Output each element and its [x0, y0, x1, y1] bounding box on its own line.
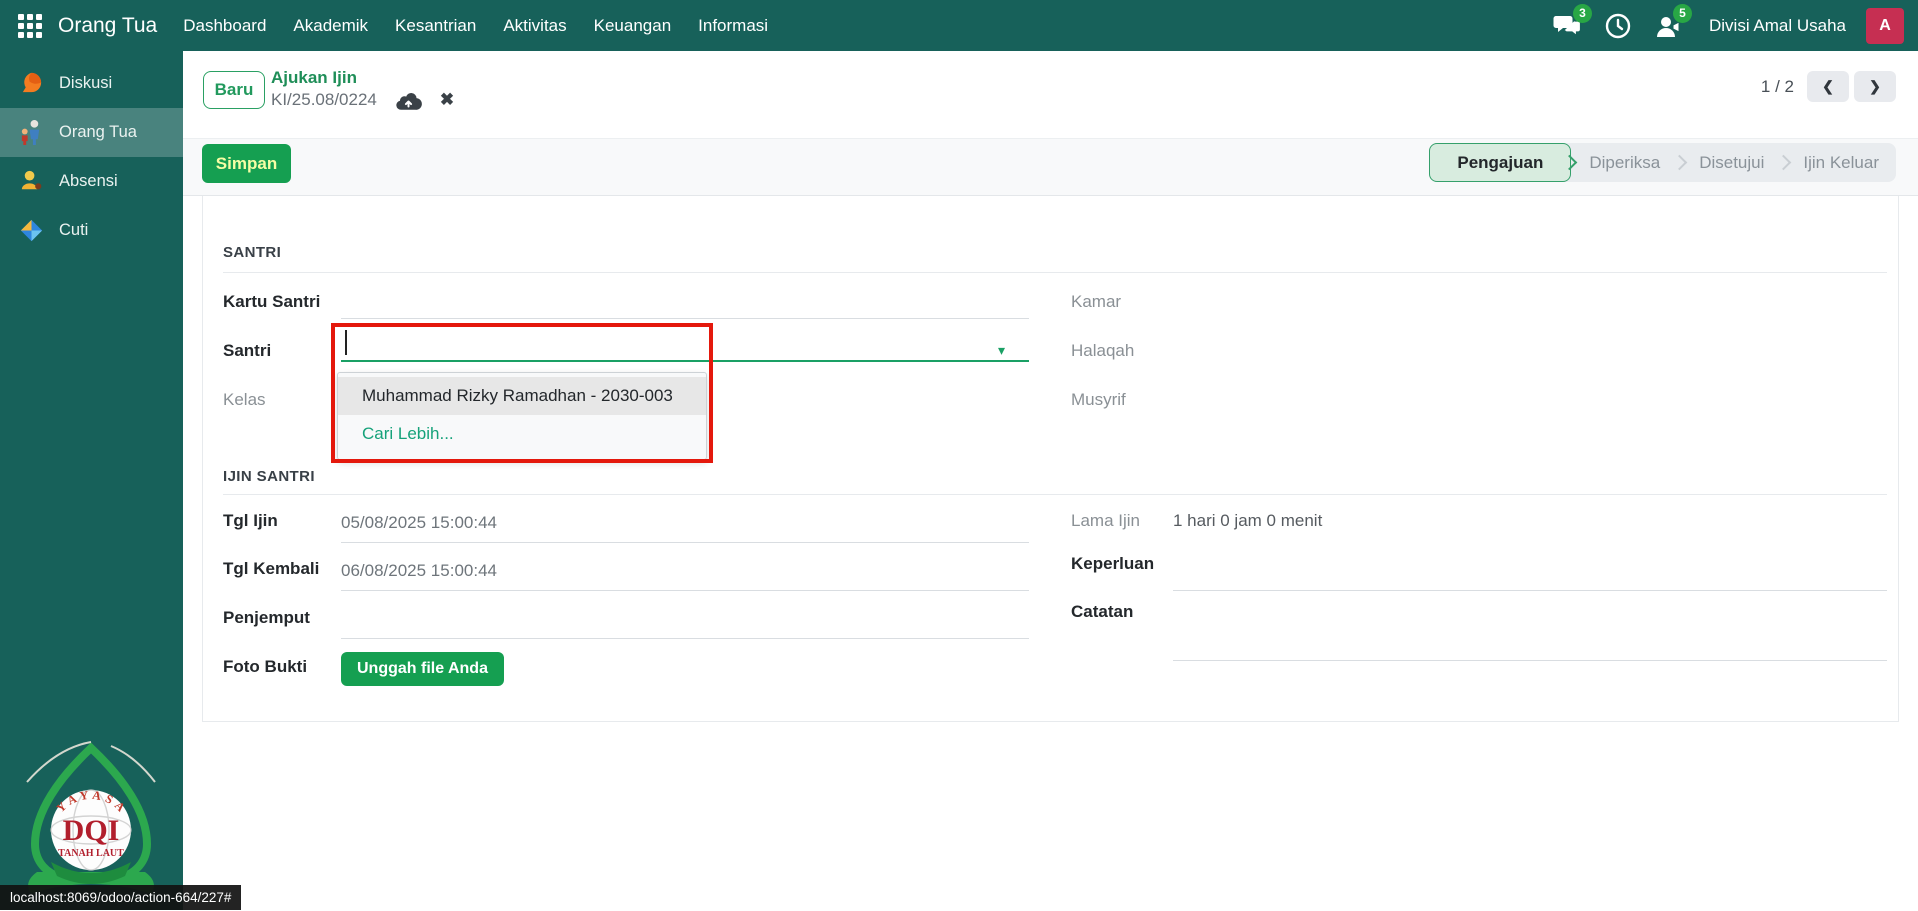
santri-input-underline	[341, 360, 1029, 362]
field-label-kelas: Kelas	[223, 390, 266, 410]
app-title[interactable]: Orang Tua	[58, 14, 157, 38]
pager-next-button[interactable]: ❯	[1854, 71, 1896, 102]
sidebar-item-diskusi[interactable]: Diskusi	[0, 59, 183, 108]
field-label-tgl-ijin: Tgl Ijin	[223, 511, 278, 531]
sidebar-item-label: Orang Tua	[59, 123, 137, 142]
lama-ijin-value: 1 hari 0 jam 0 menit	[1173, 511, 1322, 531]
messages-badge: 3	[1573, 4, 1592, 23]
penjemput-field[interactable]	[341, 638, 1029, 639]
field-label-halaqah: Halaqah	[1071, 341, 1134, 361]
pager-previous-button[interactable]: ❮	[1807, 71, 1849, 102]
field-label-keperluan: Keperluan	[1071, 554, 1154, 574]
chat-bubble-icon	[18, 70, 45, 97]
leave-icon	[18, 217, 45, 244]
statusbar-step-disetujui[interactable]: Disetujui	[1682, 143, 1781, 182]
pager-counter: 1 / 2	[1761, 77, 1794, 97]
sidebar-item-label: Cuti	[59, 221, 88, 240]
field-label-santri: Santri	[223, 341, 271, 361]
field-label-kartu-santri: Kartu Santri	[223, 292, 320, 312]
record-reference: KI/25.08/0224	[271, 90, 377, 110]
chevron-left-icon: ❮	[1822, 78, 1834, 95]
tgl-kembali-field[interactable]	[341, 590, 1029, 591]
chevron-right-icon: ❯	[1869, 78, 1881, 95]
field-label-foto-bukti: Foto Bukti	[223, 657, 307, 677]
company-switcher[interactable]: Divisi Amal Usaha	[1709, 16, 1846, 36]
field-label-penjemput: Penjemput	[223, 608, 310, 628]
logo-tanah-laut-text: TANAH LAUT	[58, 848, 124, 859]
keperluan-field[interactable]	[1173, 590, 1887, 591]
breadcrumb-bar: Baru Ajukan Ijin KI/25.08/0224 ✖ 1 / 2 ❮…	[183, 51, 1918, 138]
menu-keuangan[interactable]: Keuangan	[594, 16, 672, 36]
field-label-tgl-kembali: Tgl Kembali	[223, 559, 319, 579]
dropdown-option-santri[interactable]: Muhammad Rizky Ramadhan - 2030-003	[338, 377, 706, 415]
menu-dashboard[interactable]: Dashboard	[183, 16, 266, 36]
kartu-santri-field[interactable]	[341, 318, 1029, 319]
tgl-ijin-field[interactable]	[341, 542, 1029, 543]
sidebar-item-orang-tua[interactable]: Orang Tua	[0, 108, 183, 157]
upload-file-button[interactable]: Unggah file Anda	[341, 652, 504, 686]
section-divider	[223, 272, 1887, 273]
parent-child-icon	[18, 119, 45, 146]
apps-grid-icon[interactable]	[18, 14, 42, 38]
status-badge[interactable]: Baru	[203, 71, 265, 109]
top-menu: Dashboard Akademik Kesantrian Aktivitas …	[183, 16, 768, 36]
logo-dqi-text: DQI	[63, 814, 120, 847]
field-label-catatan: Catatan	[1071, 602, 1133, 622]
sidebar-item-label: Absensi	[59, 172, 118, 191]
control-panel: Simpan Pengajuan Diperiksa Disetujui Iji…	[183, 138, 1918, 196]
statusbar-step-ijin-keluar[interactable]: Ijin Keluar	[1786, 143, 1896, 182]
foundation-logo: YAYASAN DQI TANAH LAUT	[7, 734, 175, 906]
browser-status-tooltip: localhost:8069/odoo/action-664/227#	[0, 885, 241, 910]
form-sheet: SANTRI Kartu Santri Santri ▾ Kelas Kamar…	[202, 196, 1899, 722]
record-pager: 1 / 2 ❮ ❯	[1761, 71, 1896, 102]
attendance-person-icon	[18, 168, 45, 195]
santri-dropdown: Muhammad Rizky Ramadhan - 2030-003 Cari …	[337, 372, 707, 460]
section-title-ijin-santri: IJIN SANTRI	[223, 468, 315, 485]
sidebar-item-cuti[interactable]: Cuti	[0, 206, 183, 255]
page-title[interactable]: Ajukan Ijin	[271, 68, 357, 88]
activities-icon[interactable]: 5	[1653, 11, 1683, 41]
menu-akademik[interactable]: Akademik	[293, 16, 368, 36]
save-button[interactable]: Simpan	[202, 144, 291, 183]
statusbar-step-diperiksa[interactable]: Diperiksa	[1572, 143, 1677, 182]
tgl-kembali-value[interactable]: 06/08/2025 15:00:44	[341, 561, 497, 581]
topbar-systray: 3 5 Divisi Amal Usaha A	[1553, 8, 1904, 44]
tgl-ijin-value[interactable]: 05/08/2025 15:00:44	[341, 513, 497, 533]
discard-close-icon[interactable]: ✖	[440, 90, 454, 110]
activities-badge: 5	[1673, 4, 1692, 23]
dropdown-search-more[interactable]: Cari Lebih...	[338, 415, 706, 453]
statusbar-step-pengajuan[interactable]: Pengajuan	[1429, 143, 1571, 182]
section-divider	[223, 494, 1887, 495]
dropdown-caret-icon[interactable]: ▾	[998, 342, 1005, 359]
top-navbar: Orang Tua Dashboard Akademik Kesantrian …	[0, 0, 1918, 51]
text-cursor	[345, 330, 347, 355]
messages-icon[interactable]: 3	[1553, 11, 1583, 41]
sidebar: Diskusi Orang Tua Absensi Cuti	[0, 51, 183, 910]
sidebar-item-absensi[interactable]: Absensi	[0, 157, 183, 206]
field-label-lama-ijin: Lama Ijin	[1071, 511, 1140, 531]
field-label-musyrif: Musyrif	[1071, 390, 1126, 410]
user-avatar[interactable]: A	[1866, 8, 1904, 44]
statusbar: Pengajuan Diperiksa Disetujui Ijin Kelua…	[1429, 143, 1896, 182]
clock-icon[interactable]	[1603, 11, 1633, 41]
field-label-kamar: Kamar	[1071, 292, 1121, 312]
save-cloud-icon[interactable]	[395, 90, 422, 110]
menu-kesantrian[interactable]: Kesantrian	[395, 16, 476, 36]
menu-aktivitas[interactable]: Aktivitas	[503, 16, 566, 36]
catatan-field[interactable]	[1173, 660, 1887, 661]
record-reference-row: KI/25.08/0224 ✖	[271, 90, 454, 110]
sidebar-item-label: Diskusi	[59, 74, 112, 93]
menu-informasi[interactable]: Informasi	[698, 16, 768, 36]
section-title-santri: SANTRI	[223, 244, 281, 261]
